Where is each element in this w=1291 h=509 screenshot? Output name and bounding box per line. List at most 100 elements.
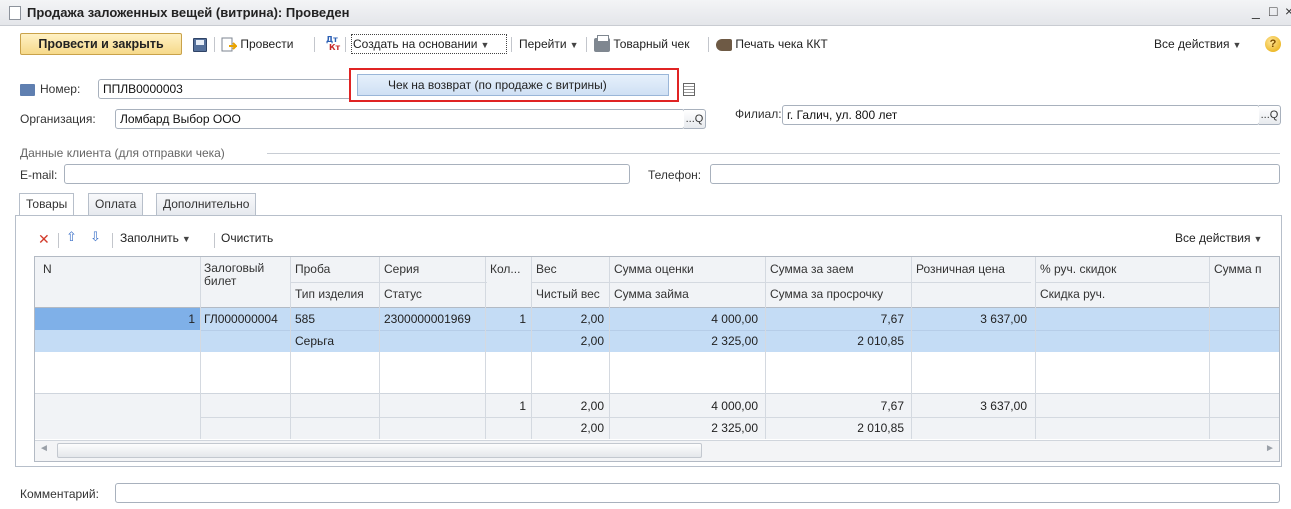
col-header-retail-price[interactable]: Розничная цена [912, 258, 1032, 280]
toolbar-separator [214, 37, 215, 52]
fill-button[interactable]: Заполнить ▼ [120, 227, 191, 249]
col-header-sum[interactable]: Сумма п [1210, 258, 1279, 280]
all-actions-label: Все действия [1154, 37, 1230, 51]
col-header-manual-discount-pct[interactable]: % руч. скидок [1036, 258, 1206, 280]
tab-payment[interactable]: Оплата [88, 193, 144, 215]
move-down-icon[interactable]: ⇩ [90, 229, 101, 245]
scroll-right-icon[interactable]: ► [1265, 443, 1275, 454]
calendar-icon[interactable] [683, 83, 695, 96]
tab-additional[interactable]: Дополнительно [156, 193, 257, 215]
col-header-pledge-ticket[interactable]: Залоговый билет [200, 258, 288, 286]
toolbar-separator [345, 37, 346, 52]
total-loan-amount: 2 325,00 [711, 421, 758, 435]
chevron-down-icon: ▼ [569, 40, 579, 50]
col-header-n[interactable]: N [39, 258, 199, 280]
create-based-on-button[interactable]: Создать на основании ▼ [351, 34, 507, 54]
col-header-loan-fee[interactable]: Сумма за заем [766, 258, 908, 280]
number-field[interactable]: ППЛВ0000003 [98, 79, 358, 99]
fill-label: Заполнить [120, 231, 179, 245]
scroll-left-icon[interactable]: ◄ [39, 443, 49, 454]
return-receipt-menu-item[interactable]: Чек на возврат (по продаже с витрины) [357, 74, 669, 96]
cell-series: 2300000001969 [384, 312, 471, 326]
cell-weight: 2,00 [580, 312, 604, 326]
toolbar-separator [511, 37, 512, 52]
number-label: Номер: [40, 82, 81, 96]
cell-appraisal: 4 000,00 [711, 312, 758, 326]
col-header-appraisal[interactable]: Сумма оценки [610, 258, 762, 280]
document-number-icon [20, 84, 35, 96]
minimize-icon[interactable]: _ [1252, 3, 1260, 19]
debit-credit-button[interactable]: Дт Кт [322, 33, 342, 55]
chevron-down-icon: ▼ [1232, 40, 1242, 50]
col-header-item-type[interactable]: Тип изделия [291, 283, 377, 305]
sales-receipt-button[interactable]: Товарный чек [594, 33, 689, 55]
total-weight: 2,00 [580, 399, 604, 413]
col-header-qty[interactable]: Кол... [486, 258, 530, 280]
scrollbar-thumb[interactable] [57, 443, 702, 458]
cell-pledge-ticket: ГЛ000000004 [204, 312, 278, 326]
cell-assay: 585 [295, 312, 316, 326]
organization-field[interactable]: Ломбард Выбор ООО [115, 109, 685, 129]
tab-goods[interactable]: Товары [19, 193, 75, 216]
col-header-series[interactable]: Серия [380, 258, 484, 280]
toolbar-separator [214, 233, 215, 248]
goods-table[interactable]: N Залоговый билет Проба Серия Кол... Вес… [34, 256, 1280, 462]
total-overdue-fee: 2 010,85 [857, 421, 904, 435]
comment-field[interactable] [115, 483, 1280, 503]
clear-button[interactable]: Очистить [221, 227, 273, 249]
move-up-icon[interactable]: ⇧ [66, 229, 77, 245]
go-to-button[interactable]: Перейти ▼ [519, 33, 578, 55]
header-sub-divider [291, 282, 487, 283]
svg-text:Кт: Кт [329, 43, 341, 51]
grid-all-actions-label: Все действия [1175, 231, 1251, 245]
cell-qty: 1 [519, 312, 526, 326]
branch-field[interactable]: г. Галич, ул. 800 лет [782, 105, 1260, 125]
col-header-net-weight[interactable]: Чистый вес [532, 283, 606, 305]
post-button-label: Провести [240, 37, 294, 51]
post-button[interactable]: Провести [221, 33, 293, 55]
col-header-manual-discount[interactable]: Скидка руч. [1036, 283, 1206, 305]
column-divider [485, 257, 486, 439]
cell-overdue-fee: 2 010,85 [857, 334, 904, 348]
grid-all-actions-button[interactable]: Все действия ▼ [1175, 227, 1262, 249]
help-icon[interactable]: ? [1265, 36, 1281, 52]
close-icon[interactable]: × [1285, 3, 1291, 19]
cell-n: 1 [188, 312, 195, 326]
col-header-overdue-fee[interactable]: Сумма за просрочку [766, 283, 908, 305]
column-divider [609, 257, 610, 439]
header-sub-divider [1036, 282, 1209, 283]
print-kkt-label: Печать чека ККТ [735, 37, 828, 51]
create-based-on-label: Создать на основании [353, 37, 478, 51]
total-loan-fee: 7,67 [880, 399, 904, 413]
toolbar-separator [314, 37, 315, 52]
print-kkt-button[interactable]: Печать чека ККТ [716, 33, 828, 55]
document-icon [9, 6, 21, 20]
all-actions-button[interactable]: Все действия ▼ [1154, 33, 1241, 55]
cell-net-weight: 2,00 [580, 334, 604, 348]
organization-search-button[interactable]: ...Q [684, 109, 706, 129]
column-divider [379, 257, 380, 439]
toolbar-separator [586, 37, 587, 52]
sales-receipt-label: Товарный чек [613, 37, 690, 51]
maximize-icon[interactable]: □ [1269, 3, 1277, 19]
column-divider [200, 257, 201, 439]
post-and-close-button[interactable]: Провести и закрыть [20, 33, 182, 55]
col-header-status[interactable]: Статус [380, 283, 484, 305]
delete-row-icon[interactable]: ✕ [38, 231, 50, 248]
col-header-assay[interactable]: Проба [291, 258, 377, 280]
column-divider [290, 257, 291, 439]
column-divider [1035, 257, 1036, 439]
col-header-loan-amount[interactable]: Сумма займа [610, 283, 762, 305]
column-divider [765, 257, 766, 439]
cell-loan-amount: 2 325,00 [711, 334, 758, 348]
total-net-weight: 2,00 [580, 421, 604, 435]
branch-search-button[interactable]: ...Q [1259, 105, 1281, 125]
email-field[interactable] [64, 164, 630, 184]
total-appraisal: 4 000,00 [711, 399, 758, 413]
save-button[interactable] [193, 33, 207, 55]
cash-register-icon [716, 38, 732, 51]
cell-item-type: Серьга [295, 334, 335, 348]
toolbar-separator [112, 233, 113, 248]
phone-field[interactable] [710, 164, 1280, 184]
col-header-weight[interactable]: Вес [532, 258, 602, 280]
